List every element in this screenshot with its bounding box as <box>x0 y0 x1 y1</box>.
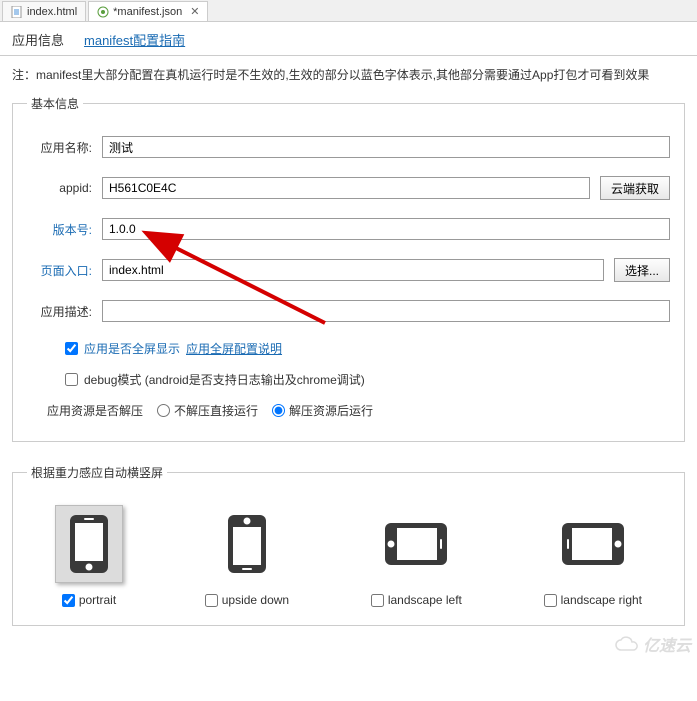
label-version[interactable]: 版本号: <box>27 221 92 238</box>
panel-basic-info: 基本信息 应用名称: appid: 云端获取 版本号: 页面入口: 选择... … <box>12 95 685 442</box>
button-select[interactable]: 选择... <box>614 258 670 282</box>
radio-label-unpack: 解压资源后运行 <box>289 402 373 419</box>
orient-label-text: upside down <box>222 593 289 607</box>
radio-no-unpack[interactable] <box>157 404 170 417</box>
file-tab-label: index.html <box>27 6 77 18</box>
label-entry[interactable]: 页面入口: <box>27 262 92 279</box>
checkbox-landscape-right[interactable] <box>544 594 557 607</box>
checkbox-landscape-left[interactable] <box>371 594 384 607</box>
phone-portrait-icon <box>68 513 110 575</box>
html-file-icon <box>11 6 23 18</box>
close-icon[interactable]: ✕ <box>190 5 199 18</box>
sub-tab-appinfo[interactable]: 应用信息 <box>12 30 64 49</box>
label-desc: 应用描述: <box>27 303 92 320</box>
orient-upside[interactable]: upside down <box>205 505 289 607</box>
radio-label-no-unpack: 不解压直接运行 <box>174 402 258 419</box>
input-desc[interactable] <box>102 300 670 322</box>
phone-landscape-left-icon <box>383 521 449 567</box>
label-unpack: 应用资源是否解压 <box>47 402 143 419</box>
radio-unpack[interactable] <box>272 404 285 417</box>
panel-legend: 基本信息 <box>27 95 83 112</box>
button-cloud-fetch[interactable]: 云端获取 <box>600 176 670 200</box>
file-tab-label: *manifest.json <box>113 6 182 18</box>
orient-label-text: landscape left <box>388 593 462 607</box>
cloud-icon <box>615 636 641 652</box>
input-entry[interactable] <box>102 259 604 281</box>
file-tab-manifest[interactable]: *manifest.json ✕ <box>88 1 208 21</box>
checkbox-fullscreen[interactable] <box>65 342 78 355</box>
orient-portrait[interactable]: portrait <box>55 505 123 607</box>
file-tabs-bar: index.html *manifest.json ✕ <box>0 0 697 22</box>
label-appid: appid: <box>27 181 92 195</box>
checkbox-debug[interactable] <box>65 373 78 386</box>
orient-landscape-left[interactable]: landscape left <box>371 505 462 607</box>
orient-label-text: portrait <box>79 593 116 607</box>
orient-landscape-right[interactable]: landscape right <box>544 505 642 607</box>
watermark: 亿速云 <box>615 632 691 656</box>
phone-landscape-right-icon <box>560 521 626 567</box>
sub-tab-guide[interactable]: manifest配置指南 <box>84 30 185 49</box>
panel-orientation: 根据重力感应自动横竖屏 portrait <box>12 464 685 626</box>
checkbox-upside[interactable] <box>205 594 218 607</box>
label-fullscreen: 应用是否全屏显示 <box>84 340 180 357</box>
label-debug: debug模式 (android是否支持日志输出及chrome调试) <box>84 371 365 388</box>
editor-sub-tabs: 应用信息 manifest配置指南 <box>0 22 697 56</box>
json-file-icon <box>97 6 109 18</box>
input-appid[interactable] <box>102 177 590 199</box>
file-tab-index[interactable]: index.html <box>2 1 86 21</box>
link-fullscreen-help[interactable]: 应用全屏配置说明 <box>186 340 282 357</box>
input-app-name[interactable] <box>102 136 670 158</box>
config-note: 注：manifest里大部分配置在真机运行时是不生效的,生效的部分以蓝色字体表示… <box>0 56 697 95</box>
phone-upside-icon <box>226 513 268 575</box>
panel-legend: 根据重力感应自动横竖屏 <box>27 464 167 481</box>
checkbox-portrait[interactable] <box>62 594 75 607</box>
input-version[interactable] <box>102 218 670 240</box>
label-app-name: 应用名称: <box>27 139 92 156</box>
orient-label-text: landscape right <box>561 593 642 607</box>
